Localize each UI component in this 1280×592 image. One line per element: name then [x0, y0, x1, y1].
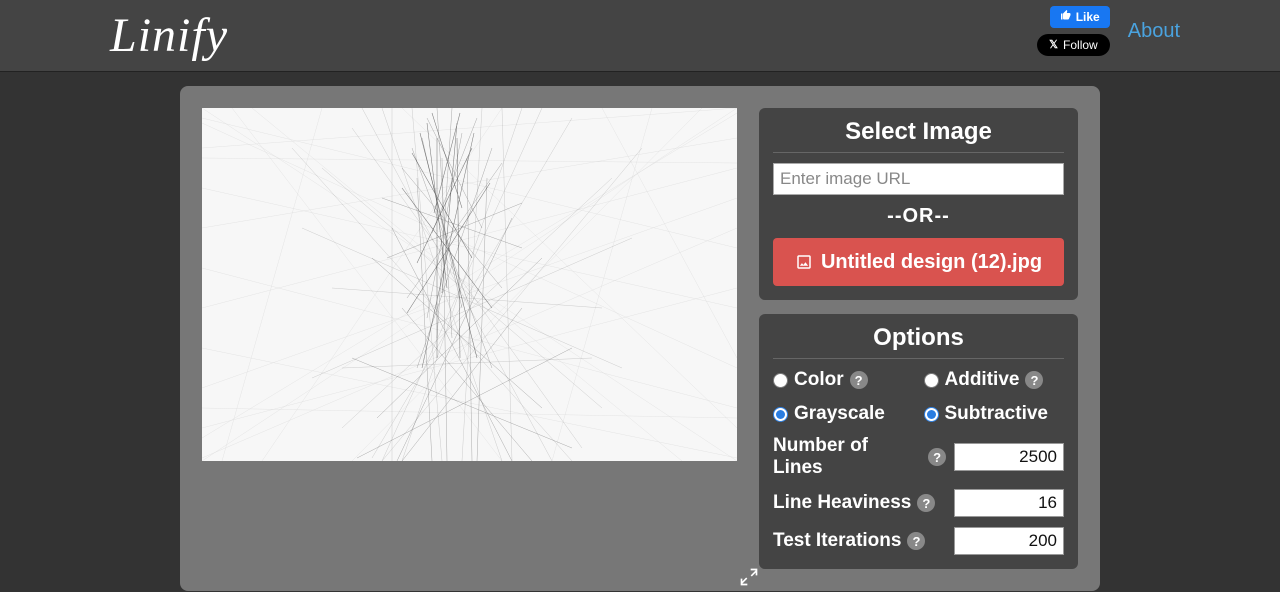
x-icon: 𝕏	[1049, 34, 1058, 56]
file-upload-button[interactable]: Untitled design (12).jpg	[773, 238, 1064, 286]
subtractive-radio[interactable]	[924, 407, 939, 422]
options-radio-grid: Color ? Additive ? Grayscale Subtractive	[773, 369, 1064, 425]
test-iterations-label: Test Iterations	[773, 530, 901, 552]
additive-radio-row[interactable]: Additive ?	[924, 369, 1065, 391]
divider	[773, 152, 1064, 153]
facebook-like-button[interactable]: Like	[1050, 6, 1110, 28]
color-label: Color	[794, 369, 844, 391]
help-icon[interactable]: ?	[907, 532, 925, 550]
main-container: Select Image --OR-- Untitled design (12)…	[180, 86, 1100, 591]
num-lines-label: Number of Lines	[773, 435, 922, 479]
image-file-icon	[795, 253, 813, 271]
about-link[interactable]: About	[1128, 20, 1180, 43]
line-heaviness-row: Line Heaviness ?	[773, 489, 1064, 517]
line-art-preview	[202, 108, 737, 461]
top-right-controls: Like 𝕏 Follow About	[1037, 6, 1180, 56]
additive-radio[interactable]	[924, 373, 939, 388]
app-logo: Linify	[110, 8, 228, 63]
color-radio-row[interactable]: Color ?	[773, 369, 914, 391]
thumbs-up-icon	[1060, 6, 1072, 28]
color-radio[interactable]	[773, 373, 788, 388]
additive-label: Additive	[945, 369, 1020, 391]
help-icon[interactable]: ?	[850, 371, 868, 389]
help-icon[interactable]: ?	[928, 448, 946, 466]
subtractive-label: Subtractive	[945, 403, 1048, 425]
num-lines-row: Number of Lines ?	[773, 435, 1064, 479]
facebook-like-label: Like	[1076, 6, 1100, 28]
divider	[773, 358, 1064, 359]
help-icon[interactable]: ?	[1025, 371, 1043, 389]
preview-wrap	[202, 108, 737, 569]
social-buttons: Like 𝕏 Follow	[1037, 6, 1110, 56]
num-lines-input[interactable]	[954, 443, 1064, 471]
x-follow-label: Follow	[1063, 34, 1098, 56]
file-button-label: Untitled design (12).jpg	[821, 251, 1042, 274]
options-title: Options	[773, 324, 1064, 358]
select-image-title: Select Image	[773, 118, 1064, 152]
image-url-input[interactable]	[773, 163, 1064, 195]
top-bar: Linify Like 𝕏 Follow About	[0, 0, 1280, 72]
grayscale-radio[interactable]	[773, 407, 788, 422]
test-iterations-input[interactable]	[954, 527, 1064, 555]
grayscale-radio-row[interactable]: Grayscale	[773, 403, 914, 425]
expand-icon[interactable]	[739, 567, 759, 587]
line-heaviness-input[interactable]	[954, 489, 1064, 517]
x-follow-button[interactable]: 𝕏 Follow	[1037, 34, 1110, 56]
grayscale-label: Grayscale	[794, 403, 885, 425]
test-iterations-row: Test Iterations ?	[773, 527, 1064, 555]
subtractive-radio-row[interactable]: Subtractive	[924, 403, 1065, 425]
or-label: --OR--	[773, 205, 1064, 228]
side-panels: Select Image --OR-- Untitled design (12)…	[759, 108, 1078, 569]
help-icon[interactable]: ?	[917, 494, 935, 512]
line-heaviness-label: Line Heaviness	[773, 492, 911, 514]
options-panel: Options Color ? Additive ? Grayscale	[759, 314, 1078, 569]
select-image-panel: Select Image --OR-- Untitled design (12)…	[759, 108, 1078, 300]
